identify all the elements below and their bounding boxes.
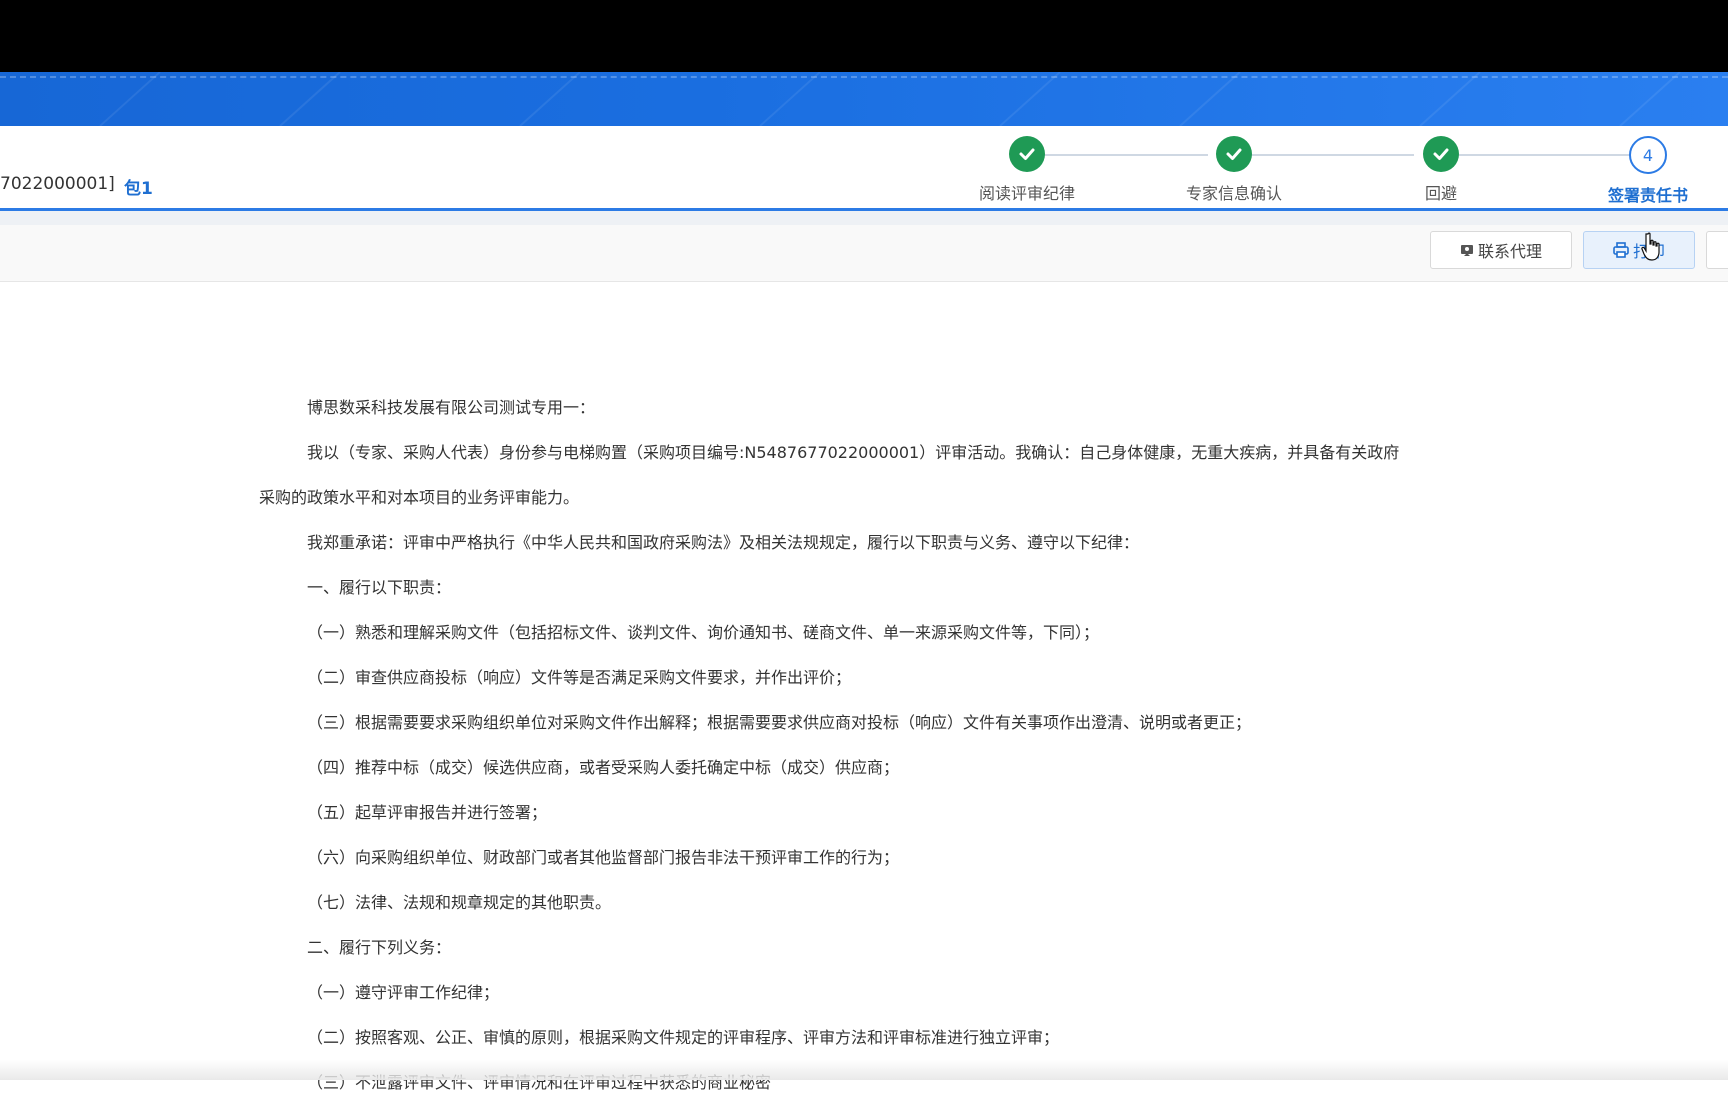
doc-line: （四）推荐中标（成交）候选供应商，或者受采购人委托确定中标（成交）供应商； [307, 758, 900, 777]
header-banner [0, 72, 1728, 126]
doc-line: 采购的政策水平和对本项目的业务评审能力。 [259, 488, 580, 507]
contact-icon [1460, 243, 1474, 257]
doc-line: 我以（专家、采购人代表）身份参与电梯购置（采购项目编号:N54876770220… [307, 443, 1400, 462]
more-button[interactable] [1706, 231, 1728, 269]
responsibility-document: 博思数采科技发展有限公司测试专用一： 我以（专家、采购人代表）身份参与电梯购置（… [0, 282, 1728, 1092]
step-label: 回避 [1424, 184, 1457, 203]
doc-line: （六）向采购组织单位、财政部门或者其他监督部门报告非法干预评审工作的行为； [307, 848, 900, 867]
step-read-discipline[interactable]: 阅读评审纪律 [952, 136, 1102, 204]
step-number: 4 [1629, 136, 1667, 174]
doc-line: （七）法律、法规和规章规定的其他职责。 [307, 893, 612, 912]
step-label: 阅读评审纪律 [978, 184, 1075, 203]
doc-line: （二）按照客观、公正、审慎的原则，根据采购文件规定的评审程序、评审方法和评审标准… [307, 1028, 1060, 1047]
doc-line: 二、履行下列义务： [307, 938, 452, 957]
doc-line: （五）起草评审报告并进行签署； [307, 803, 548, 822]
print-button[interactable]: 打印 [1583, 231, 1695, 269]
printer-icon [1613, 242, 1629, 258]
doc-line: （二）审查供应商投标（响应）文件等是否满足采购文件要求，并作出评价； [307, 668, 852, 687]
doc-line: 一、履行以下职责： [307, 578, 452, 597]
contact-agent-button[interactable]: 联系代理 [1430, 231, 1572, 269]
step-expert-info[interactable]: 专家信息确认 [1159, 136, 1309, 204]
banner-decoration [99, 72, 1681, 126]
step-label: 专家信息确认 [1185, 184, 1282, 203]
doc-line: 博思数采科技发展有限公司测试专用一： [307, 398, 596, 417]
doc-line: （一）遵守评审工作纪律； [307, 983, 500, 1002]
project-header: 7022000001] 包1 阅读评审纪律 专家信息确认 回避 4 签署责任书 [0, 126, 1728, 211]
toolbar: 联系代理 打印 [0, 225, 1728, 282]
check-icon [1216, 136, 1252, 172]
divider-strip [0, 211, 1728, 225]
top-black-bar [0, 0, 1728, 72]
doc-line: 我郑重承诺：评审中严格执行《中华人民共和国政府采购法》及相关法规规定，履行以下职… [307, 533, 1140, 552]
doc-line: （一）熟悉和理解采购文件（包括招标文件、谈判文件、询价通知书、磋商文件、单一来源… [307, 623, 1100, 642]
step-label: 签署责任书 [1607, 186, 1688, 205]
step-sign-responsibility[interactable]: 4 签署责任书 [1573, 136, 1723, 206]
doc-line: （三）根据需要要求采购组织单位对采购文件作出解释；根据需要要求供应商对投标（响应… [307, 713, 1252, 732]
project-code: 7022000001] [0, 174, 115, 194]
contact-agent-label: 联系代理 [1477, 242, 1542, 261]
check-icon [1009, 136, 1045, 172]
hand-cursor-icon [1641, 232, 1660, 261]
bottom-fade [0, 1060, 1728, 1080]
step-avoidance[interactable]: 回避 [1366, 136, 1516, 204]
check-icon [1423, 136, 1459, 172]
package-label[interactable]: 包1 [124, 174, 153, 199]
